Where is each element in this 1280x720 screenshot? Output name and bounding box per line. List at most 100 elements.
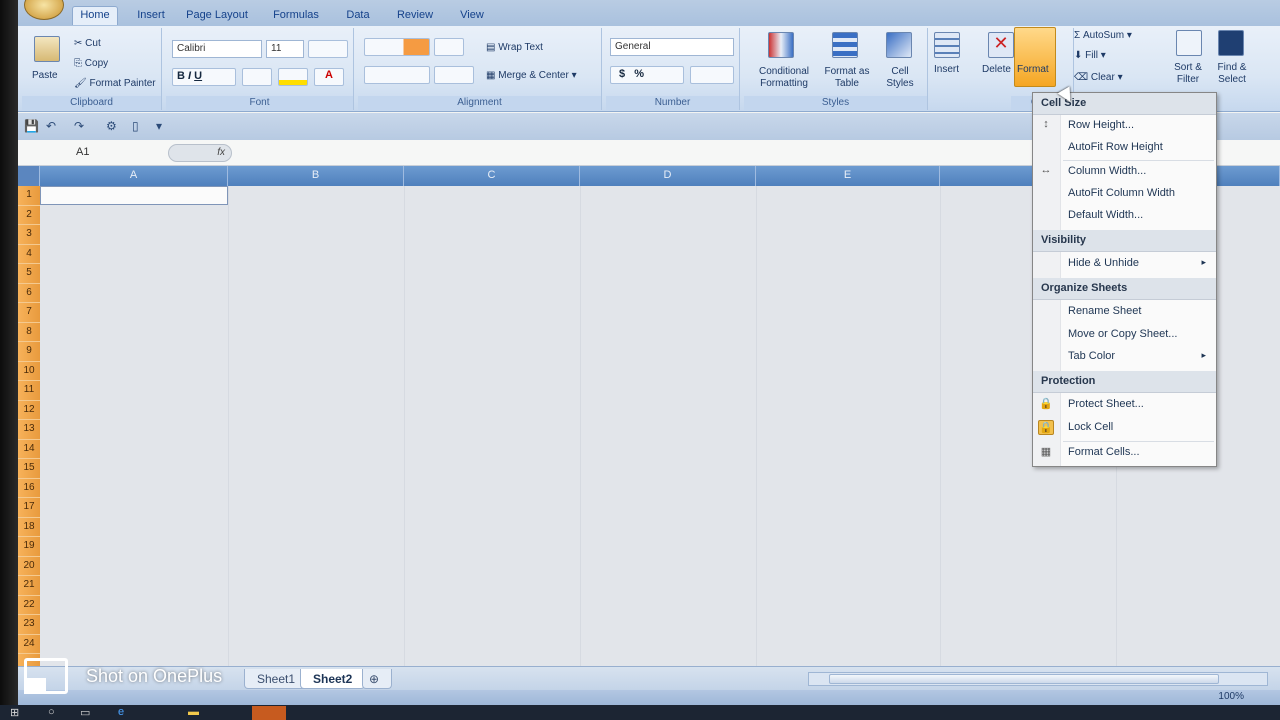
cell-styles-icon[interactable] — [886, 32, 912, 58]
percent-button[interactable]: % — [634, 68, 644, 80]
column-header-a[interactable]: A — [40, 166, 228, 186]
row-header[interactable]: 9 — [18, 342, 40, 362]
borders-button[interactable] — [242, 68, 272, 86]
orientation-button[interactable] — [434, 38, 464, 56]
copy-button[interactable]: ⎘ Copy — [74, 58, 108, 69]
clear-button[interactable]: ⌫ Clear ▾ — [1074, 72, 1123, 83]
menu-item-protect-sheet[interactable]: 🔒 Protect Sheet... — [1033, 394, 1216, 416]
select-all-corner[interactable] — [18, 166, 40, 186]
delete-button[interactable]: Delete — [982, 64, 1011, 75]
row-header[interactable]: 19 — [18, 537, 40, 557]
zoom-level[interactable]: 100% — [1218, 691, 1244, 702]
row-header[interactable]: 21 — [18, 576, 40, 596]
menu-item-column-width[interactable]: ↔ Column Width... — [1033, 161, 1216, 183]
search-icon[interactable]: ○ — [48, 706, 55, 718]
row-header[interactable]: 5 — [18, 264, 40, 284]
row-header[interactable]: 1 — [18, 186, 40, 206]
row-header[interactable]: 2 — [18, 206, 40, 225]
menu-item-row-height[interactable]: ↕ Row Height... — [1033, 115, 1216, 137]
column-header-b[interactable]: B — [228, 166, 404, 186]
windows-start-icon[interactable]: ⊞ — [10, 706, 19, 719]
find-select-icon[interactable] — [1218, 30, 1244, 56]
cut-button[interactable]: ✂ Cut — [74, 38, 101, 49]
paste-button[interactable]: Paste — [32, 70, 58, 81]
tab-formulas[interactable]: Formulas — [266, 7, 326, 26]
currency-percent-buttons[interactable]: $ % — [610, 66, 684, 84]
row-header[interactable]: 16 — [18, 479, 40, 498]
tab-data[interactable]: Data — [340, 7, 376, 26]
customize-icon[interactable]: ⚙ — [106, 119, 117, 133]
task-view-icon[interactable]: ▭ — [80, 706, 90, 719]
menu-item-lock-cell[interactable]: 🔒 Lock Cell — [1033, 417, 1216, 439]
office-button[interactable] — [24, 0, 64, 20]
autosum-button[interactable]: Σ AutoSum ▾ — [1074, 30, 1132, 41]
menu-item-rename-sheet[interactable]: Rename Sheet — [1033, 301, 1216, 323]
row-header[interactable]: 8 — [18, 323, 40, 342]
font-color-button[interactable]: A — [314, 68, 344, 86]
number-format-combo[interactable]: General — [610, 38, 734, 56]
undo-icon[interactable]: ↶ — [46, 119, 56, 133]
tab-insert[interactable]: Insert — [126, 7, 176, 26]
font-name-combo[interactable]: Calibri — [172, 40, 262, 58]
column-header-c[interactable]: C — [404, 166, 580, 186]
menu-item-autofit-row-height[interactable]: AutoFit Row Height — [1033, 137, 1216, 159]
row-header[interactable]: 6 — [18, 284, 40, 303]
row-header[interactable]: 20 — [18, 557, 40, 576]
menu-item-autofit-column-width[interactable]: AutoFit Column Width — [1033, 183, 1216, 205]
row-header[interactable]: 3 — [18, 225, 40, 245]
fill-button[interactable]: ⬇ Fill ▾ — [1074, 50, 1106, 61]
font-size-combo[interactable]: 11 — [266, 40, 304, 58]
sort-filter-icon[interactable] — [1176, 30, 1202, 56]
merge-center-button[interactable]: ▦ Merge & Center ▾ — [486, 70, 577, 81]
format-as-table-button[interactable]: Format as Table — [820, 66, 874, 90]
cell-styles-button[interactable]: Cell Styles — [878, 66, 922, 90]
row-header[interactable]: 4 — [18, 245, 40, 264]
horizontal-scroll-thumb[interactable] — [829, 674, 1219, 684]
menu-item-default-width[interactable]: Default Width... — [1033, 205, 1216, 227]
delete-icon[interactable]: ✕ — [988, 32, 1014, 58]
insert-button[interactable]: Insert — [934, 64, 959, 75]
row-header[interactable]: 10 — [18, 362, 40, 381]
save-icon[interactable]: 💾 — [24, 119, 39, 133]
row-header[interactable]: 24 — [18, 635, 40, 654]
wrap-text-button[interactable]: ▤ Wrap Text — [486, 42, 543, 53]
tab-view[interactable]: View — [452, 7, 492, 26]
fill-color-button[interactable] — [278, 68, 308, 86]
find-select-button[interactable]: Find & Select — [1212, 62, 1252, 86]
excel-taskbar-icon[interactable] — [252, 706, 286, 720]
file-explorer-icon[interactable]: ▬ — [188, 706, 199, 718]
tab-home[interactable]: Home — [72, 6, 118, 25]
horizontal-align-buttons[interactable] — [364, 66, 430, 84]
currency-button[interactable]: $ — [619, 68, 625, 80]
tab-review[interactable]: Review — [392, 7, 438, 26]
row-header[interactable]: 11 — [18, 381, 40, 401]
sheet-tab-sheet1[interactable]: Sheet1 — [244, 669, 309, 689]
bold-button[interactable]: B — [177, 70, 185, 82]
edge-icon[interactable]: e — [118, 706, 124, 718]
row-header[interactable]: 23 — [18, 615, 40, 635]
row-header[interactable]: 22 — [18, 596, 40, 615]
paste-icon[interactable] — [34, 36, 60, 62]
menu-item-move-copy-sheet[interactable]: Move or Copy Sheet... — [1033, 324, 1216, 346]
tab-page-layout[interactable]: Page Layout — [184, 7, 250, 26]
insert-sheet-tab[interactable]: ⊕ — [362, 669, 392, 689]
menu-item-format-cells[interactable]: ▦ Format Cells... — [1033, 442, 1216, 464]
bold-italic-underline[interactable]: B I U — [172, 68, 236, 86]
row-header[interactable]: 18 — [18, 518, 40, 537]
row-header[interactable]: 7 — [18, 303, 40, 323]
menu-item-hide-unhide[interactable]: Hide & Unhide ▸ — [1033, 253, 1216, 275]
format-painter-button[interactable]: 🖌 Format Painter — [74, 78, 156, 89]
fx-icon[interactable]: fx — [168, 144, 232, 162]
redo-icon[interactable]: ↷ — [74, 119, 84, 133]
more-icon[interactable]: ▾ — [156, 119, 162, 133]
conditional-formatting-icon[interactable] — [768, 32, 794, 58]
vertical-align-buttons[interactable] — [364, 38, 430, 56]
column-header-e[interactable]: E — [756, 166, 940, 186]
decimal-buttons[interactable] — [690, 66, 734, 84]
format-as-table-icon[interactable] — [832, 32, 858, 58]
row-header[interactable]: 12 — [18, 401, 40, 420]
italic-button[interactable]: I — [188, 70, 191, 82]
new-document-icon[interactable]: ▯ — [132, 119, 139, 133]
horizontal-scrollbar[interactable] — [808, 672, 1268, 686]
row-header[interactable]: 15 — [18, 459, 40, 479]
